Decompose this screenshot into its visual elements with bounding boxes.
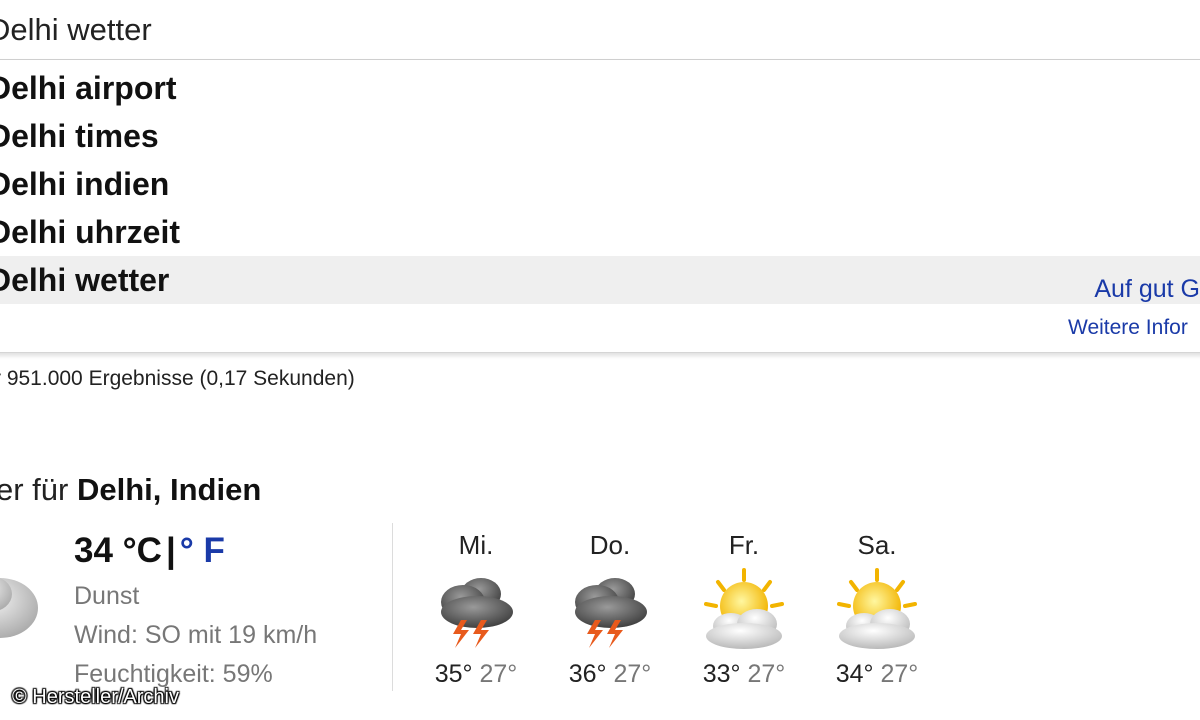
- forecast-day-name: Mi.: [458, 530, 494, 560]
- forecast-day-name: Fr.: [728, 530, 760, 560]
- partly-sunny-icon: [704, 568, 784, 649]
- current-wind: Wind: SO mit 19 km/h: [74, 621, 318, 649]
- forecast-high: 35°: [434, 660, 473, 688]
- forecast-temps: 36° 27°: [550, 660, 670, 689]
- thunderstorm-icon: [575, 578, 647, 648]
- copyright-watermark: © Hersteller/Archiv: [12, 686, 179, 708]
- forecast-day: Mi. 35° 27°: [416, 530, 536, 689]
- current-temperature: 34 °C | ° F: [74, 531, 225, 571]
- haze-cloud-icon: [0, 577, 38, 638]
- forecast-temps: 34° 27°: [817, 660, 937, 689]
- more-info-link[interactable]: Weitere Infor: [1068, 316, 1188, 340]
- forecast-low: 27°: [747, 660, 786, 688]
- forecast-day-name: Do.: [589, 530, 631, 560]
- forecast-day: Sa. 34° 27°: [817, 530, 937, 689]
- weather-title: er für Delhi, Indien: [0, 472, 261, 508]
- search-input[interactable]: [0, 8, 1200, 52]
- unit-separator: |: [165, 531, 176, 570]
- suggestion-item[interactable]: Delhi times: [0, 112, 1200, 160]
- suggestion-item[interactable]: Delhi uhrzeit: [0, 208, 1200, 256]
- forecast-day: Fr. 33° 27°: [684, 530, 804, 689]
- forecast-temps: 33° 27°: [684, 660, 804, 689]
- forecast-low: 27°: [613, 660, 652, 688]
- weather-title-prefix: er für: [0, 472, 77, 507]
- partly-sunny-icon: [837, 568, 917, 649]
- suggestion-item[interactable]: Delhi indien: [0, 160, 1200, 208]
- forecast-low: 27°: [479, 660, 518, 688]
- temp-celsius: 34 °C: [74, 531, 162, 570]
- fahrenheit-toggle[interactable]: ° F: [180, 531, 225, 570]
- lucky-link[interactable]: Auf gut G: [1094, 265, 1200, 313]
- weather-divider: [392, 523, 393, 691]
- forecast-high: 33°: [702, 660, 741, 688]
- current-humidity: Feuchtigkeit: 59%: [74, 660, 273, 688]
- forecast-low: 27°: [880, 660, 919, 688]
- forecast-high: 36°: [568, 660, 607, 688]
- thunderstorm-icon: [441, 578, 513, 648]
- forecast-day-name: Sa.: [857, 530, 897, 560]
- weather-location[interactable]: Delhi, Indien: [77, 472, 261, 507]
- forecast-high: 34°: [835, 660, 874, 688]
- current-condition: Dunst: [74, 582, 140, 610]
- autocomplete-dropdown: Delhi airport Delhi times Delhi indien D…: [0, 59, 1200, 353]
- results-stats: r 951.000 Ergebnisse (0,17 Sekunden): [0, 367, 355, 390]
- forecast-day: Do. 36° 27°: [550, 530, 670, 689]
- suggestion-item-highlighted[interactable]: Delhi wetter: [0, 256, 1200, 304]
- suggestion-item[interactable]: Delhi airport: [0, 64, 1200, 112]
- forecast-temps: 35° 27°: [416, 660, 536, 689]
